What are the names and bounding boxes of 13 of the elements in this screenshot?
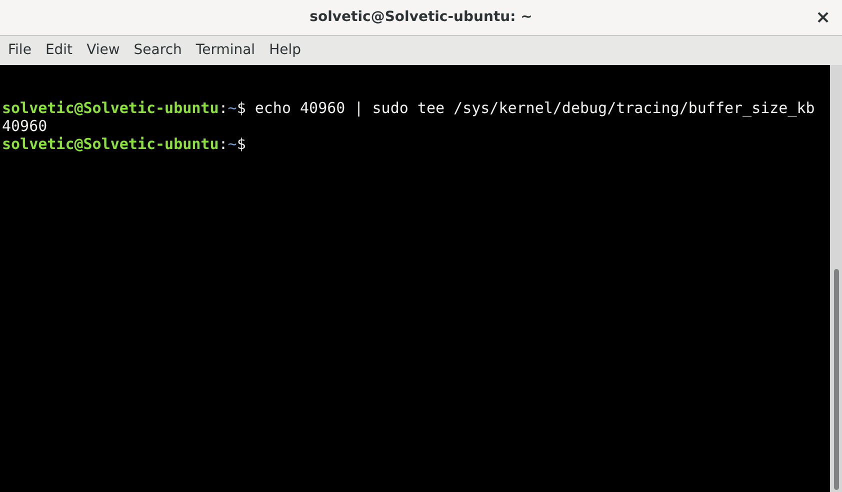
terminal-line: solvetic@Solvetic-ubuntu:~$ bbox=[2, 135, 246, 153]
menu-item[interactable]: View bbox=[80, 40, 127, 61]
menu-item[interactable]: Terminal bbox=[188, 40, 262, 61]
menu-item[interactable]: File bbox=[1, 40, 38, 61]
scrollbar-thumb[interactable] bbox=[834, 269, 839, 490]
menu-item[interactable]: Search bbox=[126, 40, 189, 61]
terminal-line: 40960 bbox=[2, 117, 48, 135]
window-title: solvetic@Solvetic-ubuntu: ~ bbox=[310, 8, 532, 27]
scrollbar[interactable] bbox=[830, 65, 842, 492]
menu-item[interactable]: Help bbox=[262, 40, 308, 61]
close-button[interactable]: × bbox=[812, 7, 834, 29]
menu-item[interactable]: Edit bbox=[38, 40, 80, 61]
terminal-line: solvetic@Solvetic-ubuntu:~$ echo 40960 | sudo tee /sys/kernel/debug/tracing/buffer_size_kb bbox=[2, 99, 815, 117]
